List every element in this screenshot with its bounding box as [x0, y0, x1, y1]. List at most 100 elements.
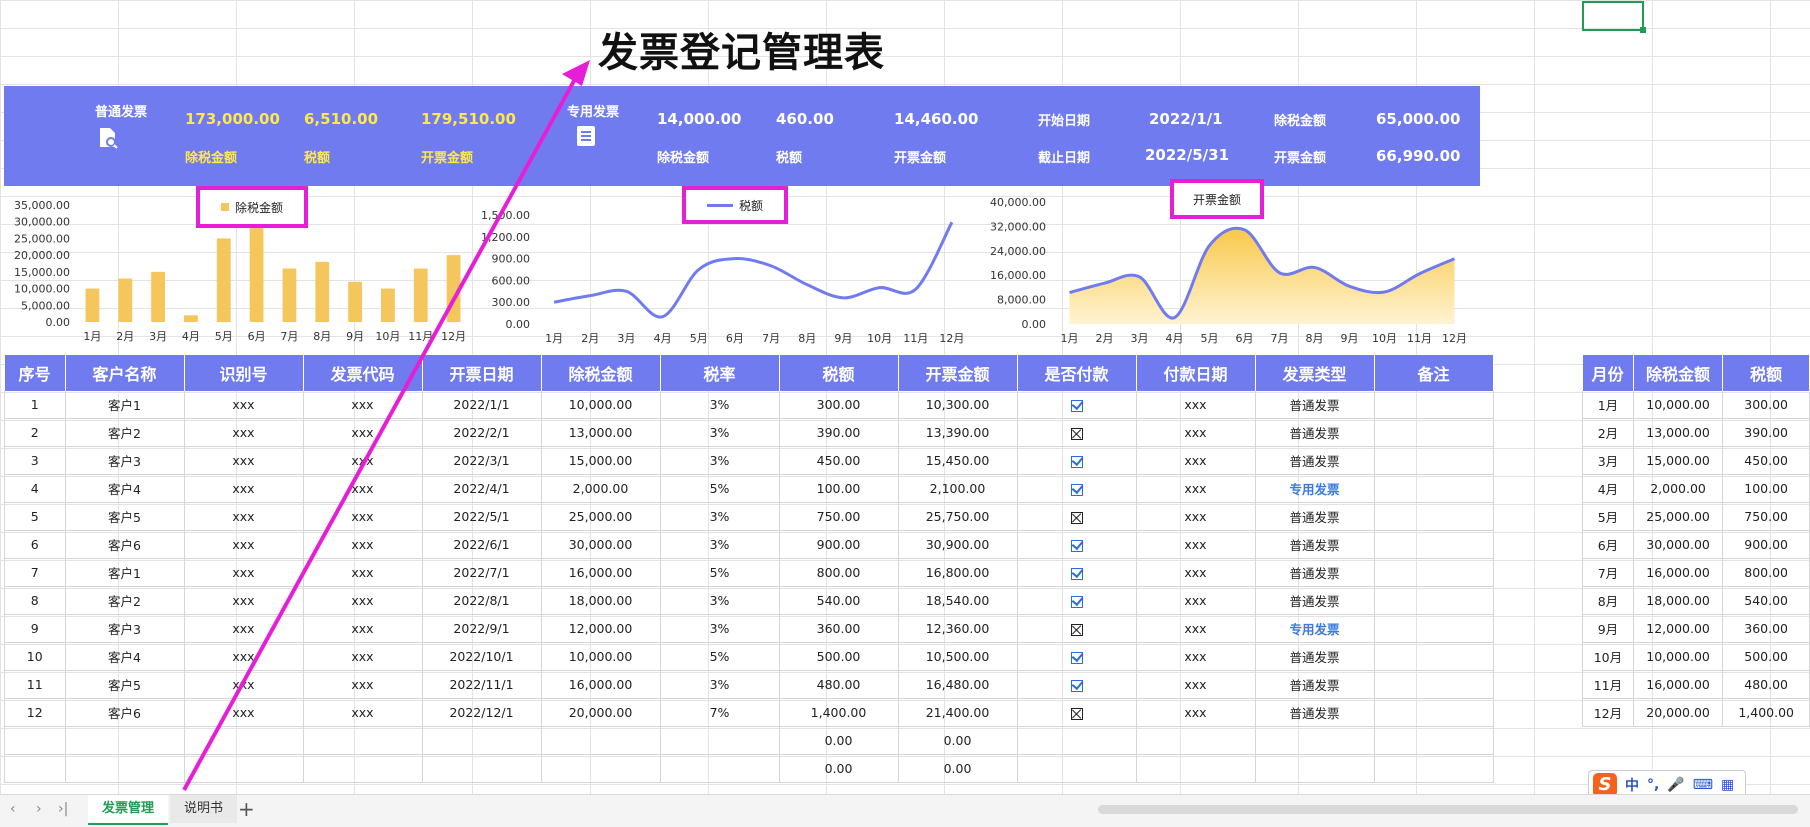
- table-cell[interactable]: 普通发票: [1255, 446, 1375, 475]
- side-table-cell[interactable]: 11月: [1582, 670, 1634, 699]
- table-cell[interactable]: 3: [4, 446, 66, 475]
- table-cell[interactable]: [422, 754, 542, 783]
- side-table-row[interactable]: 1月 10,000.00 300.00: [1582, 391, 1810, 419]
- table-cell[interactable]: 500.00: [779, 642, 899, 671]
- table-cell[interactable]: [1374, 726, 1494, 755]
- side-table-cell[interactable]: 13,000.00: [1633, 418, 1724, 447]
- side-table-row[interactable]: 12月 20,000.00 1,400.00: [1582, 698, 1810, 727]
- table-cell[interactable]: 2022/1/1: [422, 391, 542, 419]
- table-cell[interactable]: 客户3: [65, 446, 185, 475]
- paid-checkbox-crossed-icon[interactable]: [1070, 511, 1083, 524]
- table-cell[interactable]: 客户5: [65, 670, 185, 699]
- table-cell[interactable]: 8: [4, 586, 66, 615]
- table-cell[interactable]: xxx: [1136, 698, 1256, 727]
- side-table-cell[interactable]: 100.00: [1722, 474, 1810, 503]
- side-table-cell[interactable]: 18,000.00: [1633, 586, 1724, 615]
- paid-checkbox-checked-icon[interactable]: [1070, 651, 1083, 664]
- table-cell[interactable]: [541, 726, 661, 755]
- side-table-row[interactable]: 4月 2,000.00 100.00: [1582, 474, 1810, 503]
- table-row[interactable]: 0.00 0.00: [4, 726, 1494, 755]
- side-table-row[interactable]: 11月 16,000.00 480.00: [1582, 670, 1810, 699]
- column-header[interactable]: 是否付款: [1017, 355, 1137, 391]
- side-table-cell[interactable]: 4月: [1582, 474, 1634, 503]
- table-cell[interactable]: [1017, 474, 1137, 503]
- side-table-cell[interactable]: 10月: [1582, 642, 1634, 671]
- table-cell[interactable]: [1374, 391, 1494, 419]
- column-header[interactable]: 开票金额: [898, 355, 1018, 391]
- paid-checkbox-checked-icon[interactable]: [1070, 539, 1083, 552]
- table-cell[interactable]: [65, 754, 185, 783]
- table-cell[interactable]: 普通发票: [1255, 391, 1375, 419]
- paid-checkbox-crossed-icon[interactable]: [1070, 707, 1083, 720]
- table-cell[interactable]: xxx: [184, 614, 304, 643]
- table-cell[interactable]: [1017, 502, 1137, 531]
- table-cell[interactable]: 普通发票: [1255, 530, 1375, 559]
- table-cell[interactable]: 12,000.00: [541, 614, 661, 643]
- table-cell[interactable]: 专用发票: [1255, 614, 1375, 643]
- table-cell[interactable]: 客户2: [65, 418, 185, 447]
- side-table-cell[interactable]: 540.00: [1722, 586, 1810, 615]
- table-cell[interactable]: 15,450.00: [898, 446, 1018, 475]
- table-cell[interactable]: xxx: [184, 558, 304, 587]
- table-cell[interactable]: xxx: [184, 446, 304, 475]
- table-row[interactable]: 4 客户4 xxx xxx 2022/4/1 2,000.00 5% 100.00 2,100.…: [4, 474, 1494, 503]
- table-cell[interactable]: 0.00: [898, 726, 1018, 755]
- table-cell[interactable]: 800.00: [779, 558, 899, 587]
- microphone-icon[interactable]: 🎤: [1667, 777, 1684, 793]
- table-cell[interactable]: xxx: [303, 558, 423, 587]
- side-table-cell[interactable]: 390.00: [1722, 418, 1810, 447]
- table-cell[interactable]: 16,800.00: [898, 558, 1018, 587]
- table-cell[interactable]: xxx: [303, 446, 423, 475]
- side-column-header[interactable]: 除税金额: [1633, 355, 1724, 391]
- table-cell[interactable]: 480.00: [779, 670, 899, 699]
- table-cell[interactable]: 5%: [660, 558, 780, 587]
- table-cell[interactable]: xxx: [303, 614, 423, 643]
- table-cell[interactable]: [65, 726, 185, 755]
- paid-checkbox-crossed-icon[interactable]: [1070, 623, 1083, 636]
- table-cell[interactable]: 15,000.00: [541, 446, 661, 475]
- side-table-row[interactable]: 8月 18,000.00 540.00: [1582, 586, 1810, 615]
- table-cell[interactable]: 100.00: [779, 474, 899, 503]
- table-cell[interactable]: [1017, 698, 1137, 727]
- table-cell[interactable]: xxx: [303, 474, 423, 503]
- table-cell[interactable]: [1017, 614, 1137, 643]
- table-cell[interactable]: xxx: [1136, 474, 1256, 503]
- side-table-cell[interactable]: 16,000.00: [1633, 558, 1724, 587]
- table-cell[interactable]: 2022/7/1: [422, 558, 542, 587]
- table-cell[interactable]: [1017, 670, 1137, 699]
- table-cell[interactable]: 750.00: [779, 502, 899, 531]
- add-sheet-button[interactable]: +: [238, 797, 255, 821]
- table-cell[interactable]: [184, 754, 304, 783]
- side-table-cell[interactable]: 16,000.00: [1633, 670, 1724, 699]
- first-sheet-icon[interactable]: ‹: [10, 801, 16, 817]
- table-cell[interactable]: 12,360.00: [898, 614, 1018, 643]
- table-cell[interactable]: 11: [4, 670, 66, 699]
- table-row[interactable]: 6 客户6 xxx xxx 2022/6/1 30,000.00 3% 900.00 30,90…: [4, 530, 1494, 559]
- table-cell[interactable]: 3%: [660, 614, 780, 643]
- table-cell[interactable]: 5: [4, 502, 66, 531]
- table-row[interactable]: 7 客户1 xxx xxx 2022/7/1 16,000.00 5% 800.00 16,80…: [4, 558, 1494, 587]
- side-table-cell[interactable]: 5月: [1582, 502, 1634, 531]
- table-cell[interactable]: xxx: [303, 418, 423, 447]
- table-cell[interactable]: 10,000.00: [541, 642, 661, 671]
- table-cell[interactable]: xxx: [1136, 558, 1256, 587]
- table-cell[interactable]: 10,000.00: [541, 391, 661, 419]
- column-header[interactable]: 税额: [779, 355, 899, 391]
- table-cell[interactable]: 300.00: [779, 391, 899, 419]
- side-table-cell[interactable]: 900.00: [1722, 530, 1810, 559]
- side-table-cell[interactable]: 360.00: [1722, 614, 1810, 643]
- table-cell[interactable]: 2022/2/1: [422, 418, 542, 447]
- table-cell[interactable]: 18,540.00: [898, 586, 1018, 615]
- table-cell[interactable]: 1: [4, 391, 66, 419]
- table-cell[interactable]: 2022/10/1: [422, 642, 542, 671]
- paid-checkbox-checked-icon[interactable]: [1070, 679, 1083, 692]
- column-header[interactable]: 识别号: [184, 355, 304, 391]
- table-cell[interactable]: [1374, 614, 1494, 643]
- table-cell[interactable]: 专用发票: [1255, 474, 1375, 503]
- paid-checkbox-checked-icon[interactable]: [1070, 595, 1083, 608]
- table-cell[interactable]: 10: [4, 642, 66, 671]
- table-cell[interactable]: 12: [4, 698, 66, 727]
- column-header[interactable]: 除税金额: [541, 355, 661, 391]
- side-table-cell[interactable]: 10,000.00: [1633, 642, 1724, 671]
- table-cell[interactable]: 390.00: [779, 418, 899, 447]
